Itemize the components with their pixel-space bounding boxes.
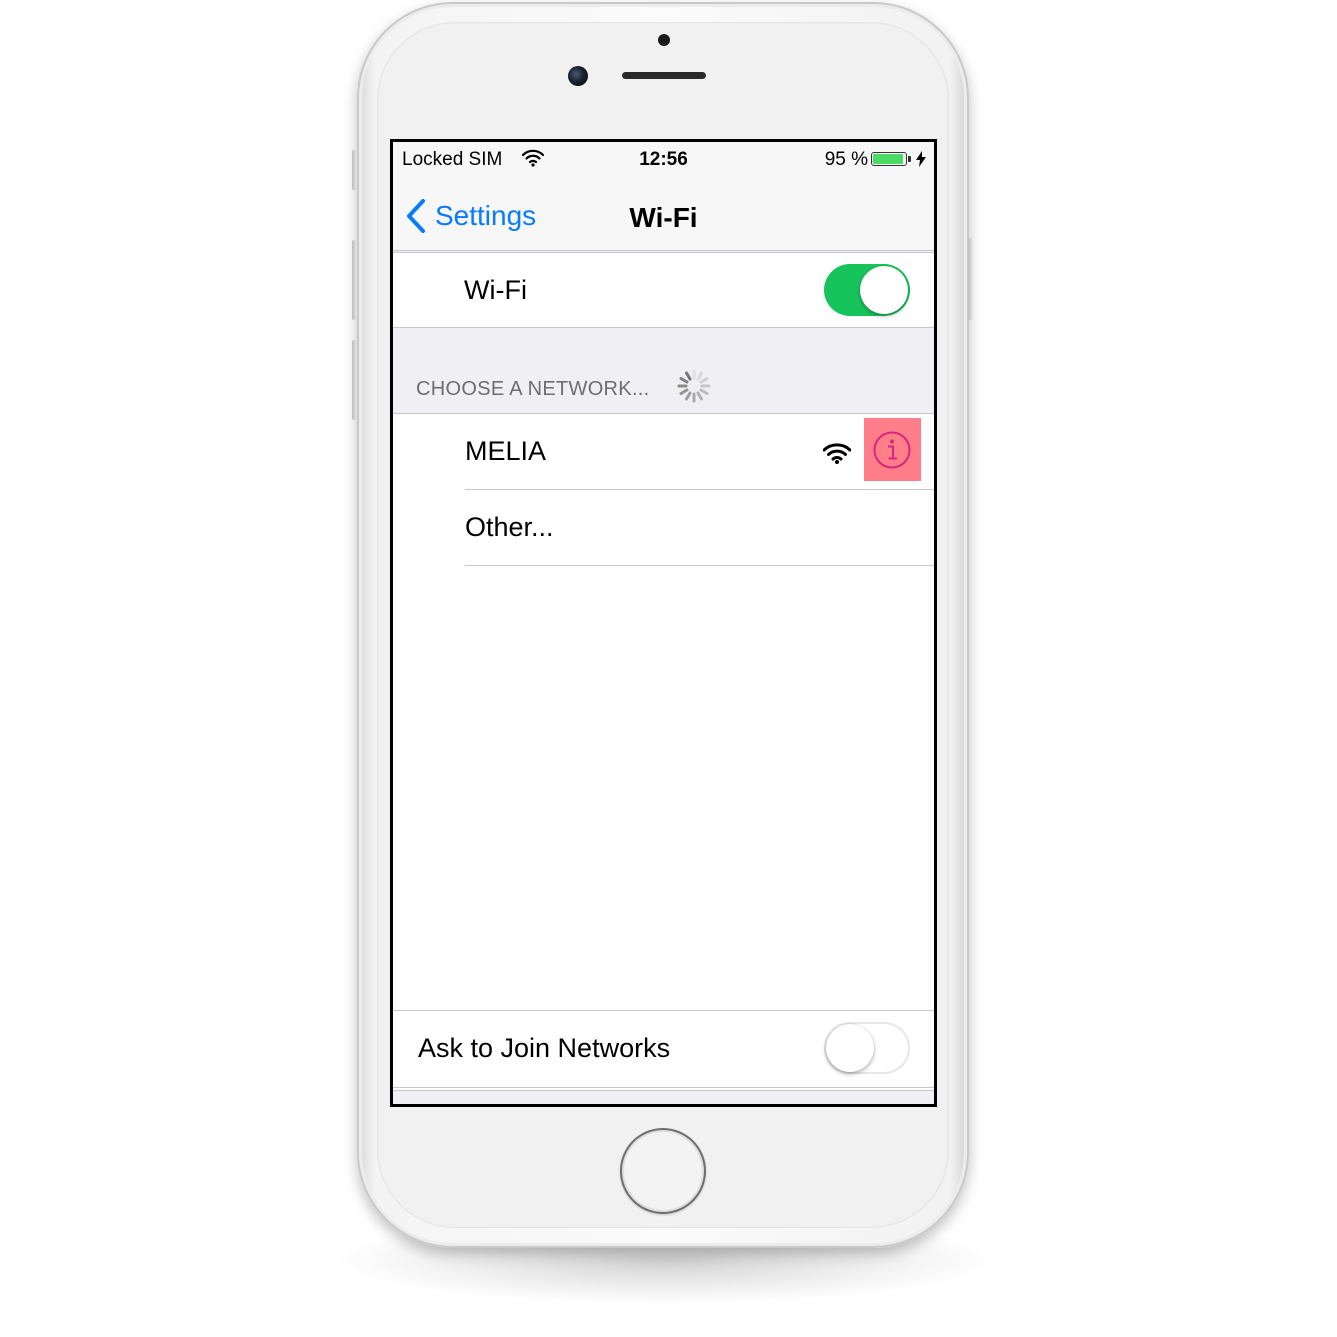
mute-switch bbox=[352, 150, 357, 190]
volume-down-button bbox=[352, 340, 357, 420]
wifi-settings-screen: Locked SIM 12:56 95 % Settings Wi-Fi Wi-… bbox=[393, 142, 934, 1104]
toggle-knob bbox=[860, 266, 908, 314]
battery-fill bbox=[873, 154, 904, 164]
wifi-toggle-switch[interactable] bbox=[824, 264, 910, 316]
home-button[interactable] bbox=[620, 1128, 706, 1214]
network-name: MELIA bbox=[465, 436, 547, 466]
charging-bolt-icon bbox=[916, 151, 926, 167]
toggle-knob bbox=[826, 1024, 874, 1072]
network-list: MELIA Other... bbox=[393, 413, 934, 1091]
screen-bezel: Locked SIM 12:56 95 % Settings Wi-Fi Wi-… bbox=[390, 139, 937, 1107]
network-row-melia[interactable]: MELIA bbox=[393, 414, 934, 489]
ask-to-join-switch[interactable] bbox=[824, 1022, 910, 1074]
status-bar: Locked SIM 12:56 95 % bbox=[393, 142, 934, 180]
row-separator bbox=[465, 565, 934, 566]
battery-percentage: 95 % bbox=[824, 149, 868, 170]
volume-up-button bbox=[352, 240, 357, 320]
page-title: Wi-Fi bbox=[629, 202, 698, 233]
wifi-toggle-label: Wi-Fi bbox=[464, 275, 527, 305]
battery-tip bbox=[908, 156, 911, 162]
loading-spinner-icon bbox=[677, 369, 711, 403]
wifi-toggle-cell: Wi-Fi bbox=[393, 252, 934, 328]
proximity-sensor bbox=[658, 34, 670, 46]
front-camera-icon bbox=[568, 66, 588, 86]
wifi-strength-icon bbox=[823, 443, 851, 464]
choose-network-header: CHOOSE A NETWORK... bbox=[416, 378, 650, 400]
info-button[interactable] bbox=[864, 418, 921, 481]
ask-to-join-cell: Ask to Join Networks bbox=[393, 1010, 934, 1088]
earpiece-speaker bbox=[622, 72, 706, 79]
network-row-other[interactable]: Other... bbox=[393, 490, 934, 565]
info-icon bbox=[873, 431, 911, 469]
power-button bbox=[968, 238, 973, 320]
ask-to-join-label: Ask to Join Networks bbox=[418, 1033, 671, 1063]
navigation-bar: Settings Wi-Fi bbox=[393, 180, 934, 251]
battery-icon bbox=[871, 152, 907, 166]
other-network-label: Other... bbox=[465, 512, 554, 542]
